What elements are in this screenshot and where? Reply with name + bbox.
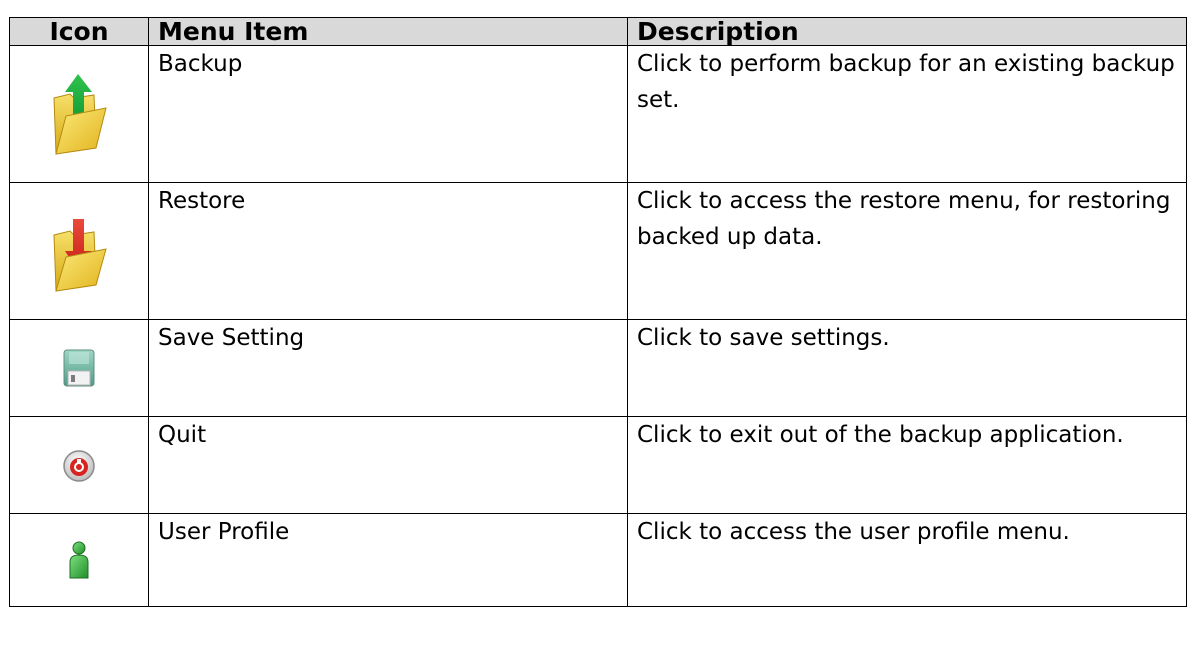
table-header-row: Icon Menu Item Description — [9, 17, 1187, 46]
menu-item-backup[interactable]: Backup — [148, 45, 628, 183]
user-icon — [69, 541, 89, 579]
table-row: Backup Click to perform backup for an ex… — [9, 45, 1187, 183]
folder-upload-icon — [53, 74, 107, 155]
description-save-setting: Click to save settings. — [627, 319, 1187, 417]
icon-cell — [9, 416, 149, 514]
menu-items-table: Icon Menu Item Description Backup Click … — [9, 17, 1187, 607]
table-row: User Profile Click to access the user pr… — [9, 513, 1187, 607]
table-row: Quit Click to exit out of the backup app… — [9, 416, 1187, 514]
icon-cell — [9, 513, 149, 607]
description-backup: Click to perform backup for an existing … — [627, 45, 1187, 183]
menu-item-user-profile[interactable]: User Profile — [148, 513, 628, 607]
description-quit: Click to exit out of the backup applicat… — [627, 416, 1187, 514]
header-menu-item: Menu Item — [148, 17, 628, 46]
folder-download-icon — [53, 219, 107, 292]
table-row: Save Setting Click to save settings. — [9, 319, 1187, 417]
description-user-profile: Click to access the user profile menu. — [627, 513, 1187, 607]
menu-item-restore[interactable]: Restore — [148, 182, 628, 320]
header-description: Description — [627, 17, 1187, 46]
description-restore: Click to access the restore menu, for re… — [627, 182, 1187, 320]
table-row: Restore Click to access the restore menu… — [9, 182, 1187, 320]
power-icon — [63, 449, 95, 482]
floppy-disk-icon — [63, 349, 95, 387]
menu-item-save-setting[interactable]: Save Setting — [148, 319, 628, 417]
icon-cell — [9, 182, 149, 320]
menu-item-quit[interactable]: Quit — [148, 416, 628, 514]
header-icon: Icon — [9, 17, 149, 46]
icon-cell — [9, 45, 149, 183]
icon-cell — [9, 319, 149, 417]
